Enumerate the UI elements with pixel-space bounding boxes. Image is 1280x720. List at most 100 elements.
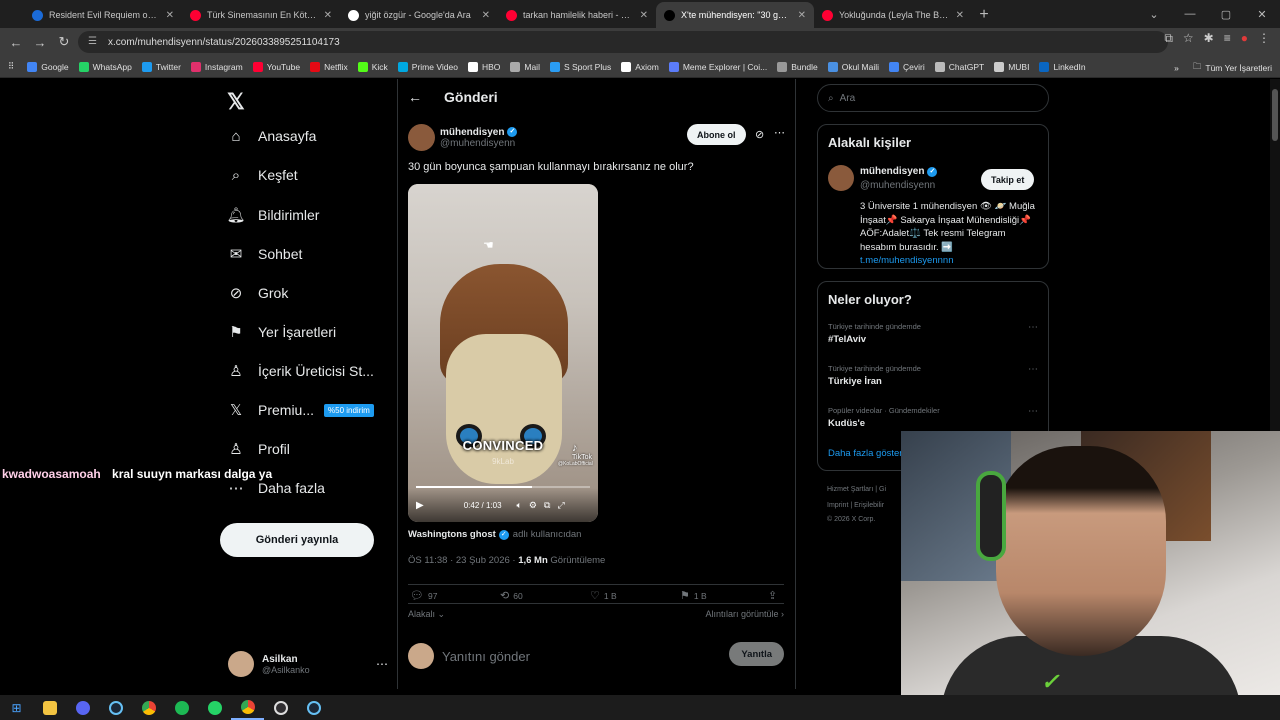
close-window-button[interactable]: ✕ [1244, 0, 1280, 28]
settings-icon[interactable]: ⚙ [529, 500, 537, 511]
more-icon[interactable]: ⋯ [376, 657, 388, 671]
follow-button[interactable]: Takip et [981, 169, 1035, 190]
more-icon[interactable]: ⋯ [1028, 364, 1038, 375]
extensions-icon[interactable]: ✱ [1204, 31, 1214, 46]
chrome-active-icon[interactable] [231, 695, 264, 720]
browser-tab[interactable]: yiğit özgür - Google'da Ara ✕ [340, 2, 498, 28]
reply-action[interactable]: 💬︎ 97 [410, 589, 437, 602]
bookmark-item[interactable]: Axiom [616, 61, 664, 72]
repost-action[interactable]: ⟲ 60 [500, 589, 523, 602]
reply-button[interactable]: Yanıtla [729, 642, 784, 666]
whatsapp-icon[interactable] [198, 695, 231, 720]
trend-item[interactable]: Türkiye tarihinde gündemde Türkiye İran ⋯ [828, 364, 1038, 387]
person-handle[interactable]: @muhendisyenn [860, 180, 935, 191]
obs-icon[interactable] [264, 695, 297, 720]
bookmark-item[interactable]: Twitter [137, 61, 186, 72]
source-name[interactable]: Washingtons ghost [408, 529, 496, 540]
close-tab-icon[interactable]: ✕ [482, 10, 490, 21]
install-icon[interactable]: ⧉ [1164, 31, 1173, 46]
chrome-icon[interactable] [132, 695, 165, 720]
browser-tab[interactable]: Türk Sinemasının En Kötü Filmi ✕ [182, 2, 340, 28]
bookmark-item[interactable]: Çeviri [884, 61, 930, 72]
url-field[interactable]: ☰ x.com/muhendisyenn/status/202603389525… [78, 31, 1168, 53]
avatar[interactable] [408, 124, 435, 151]
star-icon[interactable]: ☆ [1183, 31, 1194, 46]
nav-item-bell[interactable]: 🔔︎ Bildirimler [226, 206, 319, 224]
post-timestamp[interactable]: ÖS 11:38 · 23 Şub 2026 · [408, 555, 516, 566]
bookmark-item[interactable]: Google [22, 61, 73, 72]
post-author[interactable]: mühendisyen ✓ @muhendisyenn [408, 124, 518, 151]
subscribe-button[interactable]: Abone ol [687, 124, 746, 145]
bookmark-item[interactable]: MUBI [989, 61, 1034, 72]
trend-item[interactable]: Popüler videolar · Gündemdekiler Kudüs'e ⋯ [828, 406, 1038, 429]
close-tab-icon[interactable]: ✕ [956, 10, 964, 21]
fullscreen-icon[interactable]: ⤢ [557, 500, 564, 511]
nav-item-bookmark[interactable]: ⚑ Yer İşaretleri [227, 323, 336, 341]
maximize-button[interactable]: ▢ [1208, 0, 1244, 28]
more-icon[interactable]: ⋯ [1028, 406, 1038, 417]
pip-icon[interactable]: ⧉ [544, 500, 550, 511]
person-name[interactable]: mühendisyen [860, 166, 924, 177]
close-tab-icon[interactable]: ✕ [798, 10, 806, 21]
bookmark-item[interactable]: S Sport Plus [545, 61, 616, 72]
footer-link[interactable]: Imprint | Erişilebilir [827, 502, 884, 509]
nav-item-mail[interactable]: ✉ Sohbet [227, 245, 303, 263]
tab-search-icon[interactable]: ⌄ [1136, 0, 1172, 28]
minimize-button[interactable]: — [1172, 0, 1208, 28]
share-icon[interactable]: ⇪ [768, 589, 781, 602]
nav-item-more[interactable]: ⋯ Daha fazla [227, 479, 325, 497]
nav-item-grok[interactable]: ⊘ Grok [227, 284, 289, 302]
nav-item-home[interactable]: ⌂ Anasayfa [227, 127, 316, 145]
bookmark-item[interactable]: Okul Maili [823, 61, 884, 72]
apps-icon[interactable]: ⠿ [0, 61, 22, 72]
bookmark-item[interactable]: Netflix [305, 61, 353, 72]
related-dropdown[interactable]: Alakalı ⌄ [408, 609, 445, 619]
search-input[interactable]: ⌕ Ara [817, 84, 1049, 112]
browser-tab[interactable]: tarkan hamilelik haberi - YouTube ✕ [498, 2, 656, 28]
bookmark-item[interactable]: HBO [463, 61, 505, 72]
forward-icon[interactable]: → [28, 35, 52, 50]
bookmark-item[interactable]: Meme Explorer | Coi... [664, 61, 772, 72]
media-icon[interactable]: ≡ [1224, 31, 1231, 46]
bookmark-item[interactable]: Instagram [186, 61, 248, 72]
spotify-icon[interactable] [165, 695, 198, 720]
nav-item-x-premium[interactable]: 𝕏 Premiu... %50 indirim [227, 401, 374, 419]
bio-link[interactable]: t.me/muhendisyennnn [860, 254, 1040, 268]
bookmark-item[interactable]: Mail [505, 61, 545, 72]
footer-link[interactable]: Hizmet Şartları | Gi [827, 486, 886, 493]
account-switcher[interactable]: Asilkan @Asilkanko ⋯ [228, 649, 388, 679]
bookmark-action[interactable]: ⚑ 1 B [680, 589, 707, 602]
chevron-right-icon[interactable]: » [1174, 63, 1179, 73]
browser-tab[interactable]: Resident Evil Requiem on Steam ✕ [24, 2, 182, 28]
start-icon[interactable]: ⊞ [0, 695, 33, 720]
profile-avatar-icon[interactable]: ● [1241, 31, 1248, 46]
more-options-icon[interactable]: ⋯ [774, 126, 785, 139]
bookmark-item[interactable]: LinkedIn [1034, 61, 1090, 72]
bookmark-item[interactable]: WhatsApp [74, 61, 137, 72]
video-source[interactable]: Washingtons ghost ✓ adlı kullanıcıdan [408, 529, 581, 540]
browser-tab[interactable]: Yokluğunda (Leyla The Band) - ✕ [814, 2, 972, 28]
browser-tab[interactable]: X'te mühendisyen: "30 gün boy ✕ [656, 2, 814, 28]
steam-app-icon[interactable] [297, 695, 330, 720]
grok-icon[interactable]: ⊘ [755, 128, 764, 141]
author-handle[interactable]: @muhendisyenn [440, 138, 517, 149]
discord-icon[interactable] [66, 695, 99, 720]
video-player[interactable]: CONVINCED 9kLab ♪ TikTok @KoLabOfficial … [408, 184, 598, 522]
trend-item[interactable]: Türkiye tarihinde gündemde #TelAviv ⋯ [828, 322, 1038, 345]
volume-icon[interactable]: 🔈︎ [517, 500, 522, 511]
new-tab-button[interactable]: + [972, 2, 996, 28]
bookmark-item[interactable]: Prime Video [393, 61, 463, 72]
bookmark-item[interactable]: Kick [353, 61, 393, 72]
more-icon[interactable]: ⋯ [1028, 322, 1038, 333]
show-more-link[interactable]: Daha fazla göster [828, 448, 902, 459]
play-icon[interactable]: ▶ [416, 500, 424, 511]
nav-item-search[interactable]: ⌕ Keşfet [227, 166, 298, 184]
bookmark-item[interactable]: ChatGPT [930, 61, 989, 72]
bookmark-item[interactable]: Bundle [772, 61, 822, 72]
close-tab-icon[interactable]: ✕ [166, 10, 174, 21]
scrollbar-thumb[interactable] [1272, 89, 1278, 141]
nav-item-profile[interactable]: ♙ Profil [227, 440, 290, 458]
nav-item-creator[interactable]: ♙ İçerik Üreticisi St... [227, 362, 374, 380]
all-bookmarks[interactable]: » 🗀︎ Tüm Yer İşaretleri [1174, 61, 1272, 75]
menu-icon[interactable]: ⋮ [1258, 31, 1270, 46]
